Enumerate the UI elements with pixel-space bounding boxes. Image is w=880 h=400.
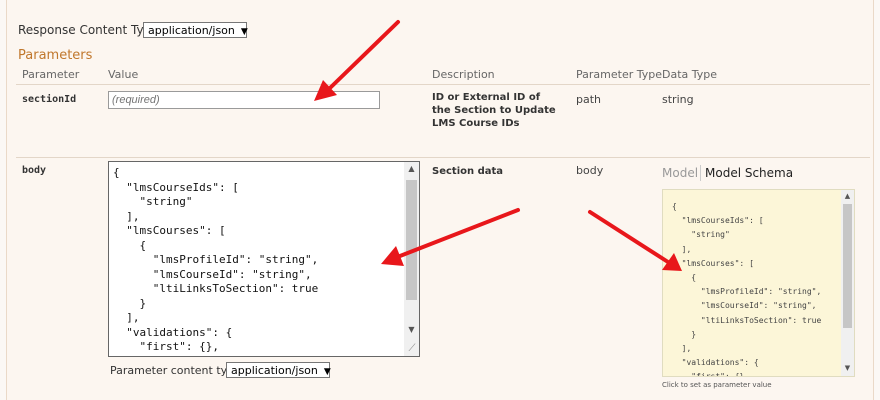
param-name-sectionid: sectionId [22, 94, 77, 105]
resize-handle-icon[interactable]: ⟋ [406, 343, 418, 355]
body-json-text[interactable]: { "lmsCourseIds": [ "string" ], "lmsCour… [109, 162, 419, 356]
response-content-type-select[interactable]: application/json ▼ [143, 22, 248, 38]
scroll-down-icon[interactable]: ▼ [404, 325, 419, 334]
scroll-up-icon[interactable]: ▲ [841, 192, 854, 200]
tab-model[interactable]: Model [662, 166, 698, 180]
scrollbar-thumb[interactable] [406, 180, 417, 300]
body-textarea[interactable]: { "lmsCourseIds": [ "string" ], "lmsCour… [108, 161, 420, 357]
model-schema-scrollbar[interactable]: ▲ ▼ [841, 190, 854, 376]
response-content-type-label: Response Content Type [18, 23, 159, 37]
caret-down-icon: ▼ [323, 367, 331, 377]
body-param-type: body [576, 164, 604, 177]
tab-model-schema[interactable]: Model Schema [705, 166, 793, 180]
header-description: Description [432, 68, 495, 81]
header-value: Value [108, 68, 139, 81]
model-schema-json[interactable]: { "lmsCourseIds": [ "string" ], "lmsCour… [663, 190, 854, 376]
param-name-body: body [22, 165, 47, 176]
parameter-content-type-label: Parameter content type: [110, 364, 245, 377]
parameter-content-type-value: application/json [231, 364, 318, 377]
sectionid-input[interactable] [108, 91, 380, 109]
response-content-type-value: application/json [148, 24, 235, 37]
header-divider [16, 84, 870, 85]
scrollbar-thumb[interactable] [843, 204, 852, 328]
sectionid-description: ID or External ID of the Section to Upda… [432, 92, 556, 129]
header-parameter-type: Parameter Type [576, 68, 662, 81]
click-to-set-hint: Click to set as parameter value [662, 381, 772, 389]
row-divider [16, 157, 870, 158]
scroll-up-icon[interactable]: ▲ [404, 164, 419, 173]
scroll-down-icon[interactable]: ▼ [841, 364, 854, 372]
tab-separator [700, 165, 701, 181]
sectionid-data-type: string [662, 93, 694, 106]
sectionid-param-type: path [576, 93, 602, 106]
header-parameter: Parameter [22, 68, 80, 81]
model-schema-box[interactable]: { "lmsCourseIds": [ "string" ], "lmsCour… [662, 189, 855, 377]
parameter-content-type-select[interactable]: application/json ▼ [226, 362, 331, 378]
parameters-title: Parameters [18, 48, 93, 63]
body-textarea-scrollbar[interactable]: ▲ ▼ [404, 162, 419, 356]
header-data-type: Data Type [662, 68, 718, 81]
caret-down-icon: ▼ [240, 27, 248, 37]
body-description: Section data [432, 166, 504, 177]
